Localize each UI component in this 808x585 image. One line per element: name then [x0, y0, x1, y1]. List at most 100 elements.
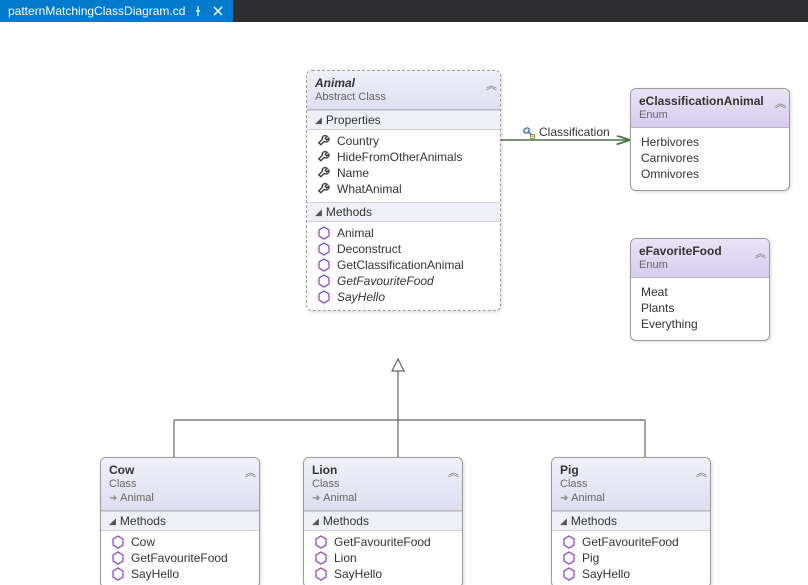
section-methods-header[interactable]: ◢ Methods: [101, 511, 259, 531]
wrench-icon: [317, 182, 331, 196]
class-animal-header: Animal Abstract Class ︽: [307, 71, 500, 110]
class-cow[interactable]: Cow Class Animal ︽ ◢ Methods Cow GetFavo…: [100, 457, 260, 585]
class-pig-subtitle: Class: [560, 478, 702, 490]
enum-food-header: eFavoriteFood Enum ︽: [631, 239, 769, 278]
enum-food-body: Meat Plants Everything: [631, 278, 769, 340]
section-methods-header[interactable]: ◢ Methods: [304, 511, 462, 531]
enum-classification-subtitle: Enum: [639, 109, 781, 121]
method-item[interactable]: GetFavouriteFood: [105, 550, 255, 566]
section-methods-body: Animal Deconstruct GetClassificationAnim…: [307, 222, 500, 310]
wrench-icon: [317, 150, 331, 164]
method-item[interactable]: GetClassificationAnimal: [311, 257, 496, 273]
method-item[interactable]: GetFavouriteFood: [311, 273, 496, 289]
method-label: SayHello: [334, 567, 382, 581]
class-animal[interactable]: Animal Abstract Class ︽ ◢ Properties Cou…: [306, 70, 501, 311]
method-item[interactable]: GetFavouriteFood: [308, 534, 458, 550]
twisty-icon: ◢: [315, 115, 322, 126]
enum-value[interactable]: Everything: [641, 316, 759, 332]
enum-value[interactable]: Plants: [641, 300, 759, 316]
class-animal-subtitle: Abstract Class: [315, 91, 492, 103]
property-item[interactable]: Country: [311, 133, 496, 149]
close-icon[interactable]: [211, 4, 225, 18]
section-methods-label: Methods: [120, 514, 166, 528]
section-methods-label: Methods: [323, 514, 369, 528]
enum-value[interactable]: Meat: [641, 284, 759, 300]
method-item[interactable]: GetFavouriteFood: [556, 534, 706, 550]
property-label: Country: [337, 134, 379, 148]
section-methods-label: Methods: [326, 205, 372, 219]
method-item[interactable]: SayHello: [311, 289, 496, 305]
method-label: SayHello: [337, 290, 385, 304]
collapse-icon[interactable]: ︽: [245, 464, 253, 480]
method-label: Cow: [131, 535, 155, 549]
wrench-icon: [317, 166, 331, 180]
class-pig[interactable]: Pig Class Animal ︽ ◢ Methods GetFavourit…: [551, 457, 711, 585]
enum-value[interactable]: Carnivores: [641, 150, 779, 166]
class-lion-header: Lion Class Animal ︽: [304, 458, 462, 511]
method-item[interactable]: SayHello: [556, 566, 706, 582]
property-label: HideFromOtherAnimals: [337, 150, 462, 164]
class-cow-header: Cow Class Animal ︽: [101, 458, 259, 511]
collapse-icon[interactable]: ︽: [486, 77, 494, 93]
twisty-icon: ◢: [312, 516, 319, 527]
method-item[interactable]: SayHello: [105, 566, 255, 582]
enum-value[interactable]: Omnivores: [641, 166, 779, 182]
method-icon: [562, 551, 576, 565]
method-icon: [111, 551, 125, 565]
property-item[interactable]: HideFromOtherAnimals: [311, 149, 496, 165]
method-icon: [317, 290, 331, 304]
class-cow-subtitle: Class: [109, 478, 251, 490]
collapse-icon[interactable]: ︽: [696, 464, 704, 480]
method-icon: [111, 535, 125, 549]
tab-label: patternMatchingClassDiagram.cd: [8, 4, 185, 18]
class-cow-inherits: Animal: [109, 492, 251, 504]
twisty-icon: ◢: [560, 516, 567, 527]
section-methods-header[interactable]: ◢ Methods: [307, 202, 500, 222]
method-icon: [314, 567, 328, 581]
enum-food-subtitle: Enum: [639, 259, 761, 271]
section-properties-header[interactable]: ◢ Properties: [307, 110, 500, 130]
method-item[interactable]: SayHello: [308, 566, 458, 582]
method-label: GetFavouriteFood: [582, 535, 679, 549]
twisty-icon: ◢: [315, 207, 322, 218]
enum-classification[interactable]: eClassificationAnimal Enum ︽ Herbivores …: [630, 88, 790, 191]
method-item[interactable]: Cow: [105, 534, 255, 550]
method-item[interactable]: Pig: [556, 550, 706, 566]
property-item[interactable]: WhatAnimal: [311, 181, 496, 197]
property-item[interactable]: Name: [311, 165, 496, 181]
section-properties-body: Country HideFromOtherAnimals Name WhatAn…: [307, 130, 500, 202]
section-methods-header[interactable]: ◢ Methods: [552, 511, 710, 531]
enum-food-title: eFavoriteFood: [639, 244, 761, 258]
enum-value[interactable]: Herbivores: [641, 134, 779, 150]
method-icon: [317, 258, 331, 272]
method-label: SayHello: [131, 567, 179, 581]
enum-food[interactable]: eFavoriteFood Enum ︽ Meat Plants Everyth…: [630, 238, 770, 341]
class-lion-subtitle: Class: [312, 478, 454, 490]
pin-icon[interactable]: [191, 4, 205, 18]
association-label: Classification: [521, 125, 610, 139]
section-methods-body: Cow GetFavouriteFood SayHello: [101, 531, 259, 585]
section-properties-label: Properties: [326, 113, 381, 127]
collapse-icon[interactable]: ︽: [775, 95, 783, 111]
class-lion-inherits: Animal: [312, 492, 454, 504]
twisty-icon: ◢: [109, 516, 116, 527]
method-item[interactable]: Deconstruct: [311, 241, 496, 257]
class-pig-inherits: Animal: [560, 492, 702, 504]
method-icon: [314, 535, 328, 549]
method-icon: [317, 226, 331, 240]
document-tab[interactable]: patternMatchingClassDiagram.cd: [0, 0, 233, 22]
collapse-icon[interactable]: ︽: [448, 464, 456, 480]
enum-classification-title: eClassificationAnimal: [639, 94, 781, 108]
class-lion[interactable]: Lion Class Animal ︽ ◢ Methods GetFavouri…: [303, 457, 463, 585]
method-item[interactable]: Lion: [308, 550, 458, 566]
method-label: GetFavouriteFood: [337, 274, 434, 288]
association-label-text: Classification: [539, 125, 610, 139]
diagram-canvas[interactable]: Classification Animal Abstract Class ︽ ◢…: [0, 22, 808, 585]
method-icon: [562, 567, 576, 581]
class-pig-header: Pig Class Animal ︽: [552, 458, 710, 511]
method-item[interactable]: Animal: [311, 225, 496, 241]
title-bar: patternMatchingClassDiagram.cd: [0, 0, 808, 22]
class-lion-title: Lion: [312, 463, 454, 477]
collapse-icon[interactable]: ︽: [755, 245, 763, 261]
method-label: Deconstruct: [337, 242, 401, 256]
